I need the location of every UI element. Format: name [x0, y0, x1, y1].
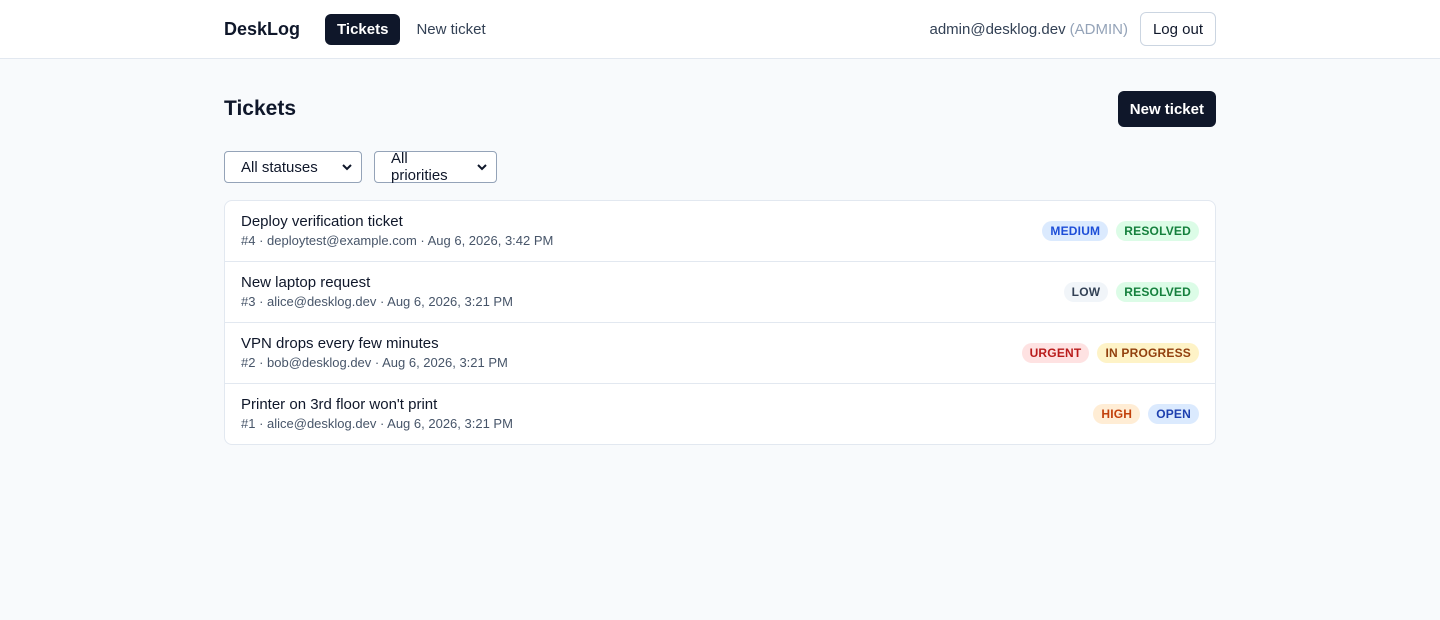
brand-logo[interactable]: DeskLog: [224, 19, 300, 40]
status-filter-value: All statuses: [241, 158, 318, 176]
ticket-row[interactable]: Printer on 3rd floor won't print #1 · al…: [225, 384, 1215, 444]
ticket-title: Printer on 3rd floor won't print: [241, 396, 438, 413]
ticket-title: VPN drops every few minutes: [241, 335, 439, 352]
ticket-meta: #4 · deploytest@example.com · Aug 6, 202…: [241, 233, 554, 248]
main-content: Tickets New ticket All statuses All prio…: [224, 59, 1216, 445]
ticket-meta: #1 · alice@desklog.dev · Aug 6, 2026, 3:…: [241, 416, 513, 431]
chevron-down-icon: [477, 164, 487, 171]
priority-filter-select[interactable]: All priorities: [374, 150, 497, 184]
ticket-row[interactable]: New laptop request #3 · alice@desklog.de…: [225, 262, 1215, 323]
priority-badge: LOW: [1063, 282, 1109, 302]
status-badge: OPEN: [1148, 404, 1199, 424]
priority-filter-value: All priorities: [391, 150, 448, 184]
ticket-row[interactable]: VPN drops every few minutes #2 · bob@des…: [225, 323, 1215, 384]
status-filter-select[interactable]: All statuses: [224, 151, 362, 183]
nav-new-ticket[interactable]: New ticket: [404, 14, 497, 45]
filter-bar: All statuses All priorities: [224, 150, 1216, 184]
user-role: (ADMIN): [1069, 20, 1128, 38]
ticket-list: Deploy verification ticket #4 · deployte…: [224, 200, 1216, 445]
ticket-meta: #2 · bob@desklog.dev · Aug 6, 2026, 3:21…: [241, 355, 508, 370]
ticket-title: Deploy verification ticket: [241, 213, 403, 230]
new-ticket-button[interactable]: New ticket: [1117, 91, 1216, 127]
priority-badge: MEDIUM: [1042, 221, 1109, 241]
nav-tickets[interactable]: Tickets: [325, 13, 401, 45]
ticket-row[interactable]: Deploy verification ticket #4 · deployte…: [225, 201, 1215, 262]
status-badge: IN PROGRESS: [1097, 343, 1199, 363]
top-navbar: DeskLog Tickets New ticket admin@desklog…: [0, 0, 1440, 59]
status-badge: RESOLVED: [1116, 282, 1199, 302]
chevron-down-icon: [342, 164, 352, 171]
priority-badge: URGENT: [1021, 343, 1090, 363]
logout-button[interactable]: Log out: [1139, 12, 1216, 46]
priority-badge: HIGH: [1093, 404, 1141, 424]
page-title: Tickets: [224, 97, 296, 120]
ticket-title: New laptop request: [241, 274, 371, 291]
ticket-meta: #3 · alice@desklog.dev · Aug 6, 2026, 3:…: [241, 294, 513, 309]
user-email: admin@desklog.dev: [929, 20, 1066, 38]
status-badge: RESOLVED: [1116, 221, 1199, 241]
